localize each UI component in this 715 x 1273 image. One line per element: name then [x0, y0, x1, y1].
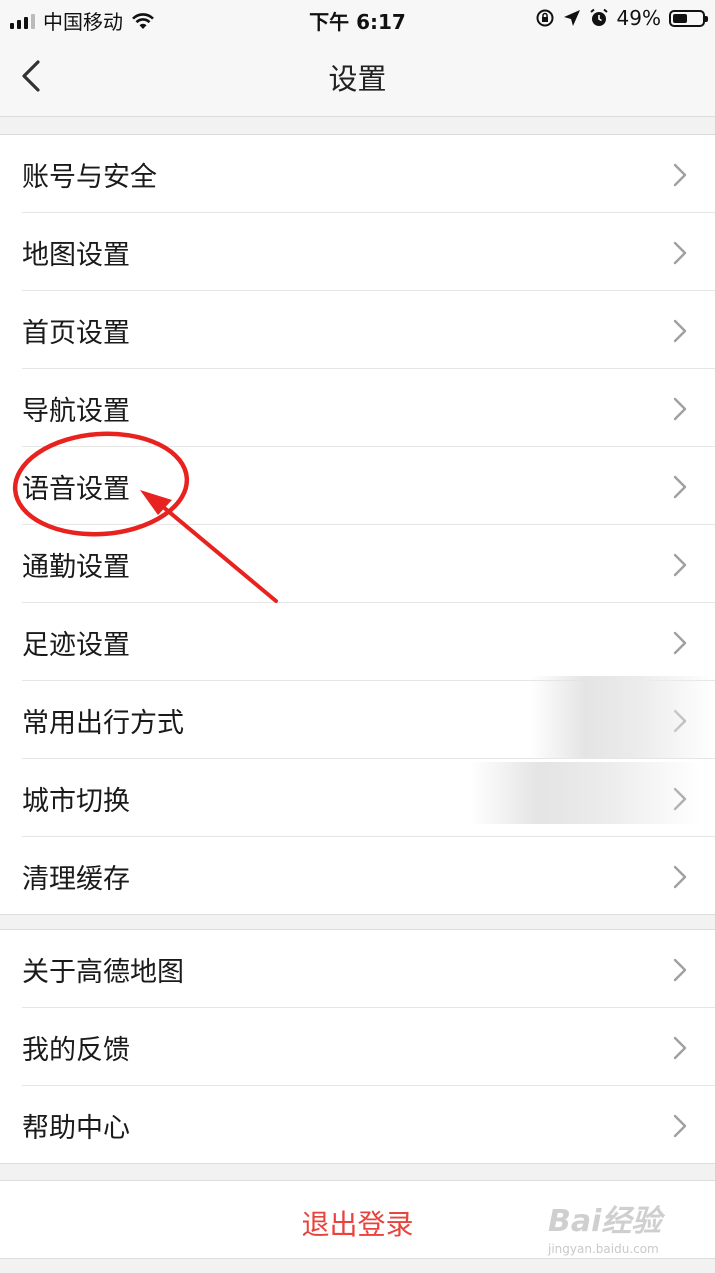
chevron-right-icon [673, 958, 687, 982]
chevron-right-icon [673, 163, 687, 187]
alarm-icon [589, 8, 608, 26]
row-label: 地图设置 [22, 240, 130, 271]
row-label: 城市切换 [22, 786, 130, 817]
row-label: 帮助中心 [22, 1113, 130, 1144]
row-label: 语音设置 [22, 474, 130, 505]
location-arrow-icon [563, 10, 580, 26]
rotation-lock-icon [536, 9, 554, 27]
chevron-right-icon [673, 1114, 687, 1138]
row-label: 足迹设置 [22, 630, 130, 661]
chevron-right-icon [673, 319, 687, 343]
chevron-right-icon [673, 553, 687, 577]
row-label: 我的反馈 [22, 1035, 130, 1066]
row-label: 清理缓存 [22, 864, 130, 895]
group2-row-2[interactable]: 帮助中心 [22, 1086, 715, 1163]
chevron-right-icon [673, 1036, 687, 1060]
settings-group-about: 关于高德地图 我的反馈帮助中心 [0, 929, 715, 1164]
group1-row-3[interactable]: 导航设置 [22, 369, 715, 447]
chevron-right-icon [673, 241, 687, 265]
row-label: 导航设置 [22, 396, 130, 427]
watermark-brand: Bai经验 [548, 1204, 662, 1239]
watermark: Bai经验 jingyan.baidu.com [548, 1196, 661, 1256]
chevron-right-icon [673, 631, 687, 655]
chevron-right-icon [673, 397, 687, 421]
chevron-right-icon [673, 865, 687, 889]
battery-percent: 49% [616, 6, 661, 30]
group1-row-2[interactable]: 首页设置 [22, 291, 715, 369]
row-label: 关于高德地图 [22, 957, 184, 988]
redacted-value [530, 676, 715, 758]
group1-row-5[interactable]: 通勤设置 [22, 525, 715, 603]
group1-row-4[interactable]: 语音设置 [22, 447, 715, 525]
status-bar: 中国移动 下午 6:17 49% [0, 0, 715, 36]
row-label: 账号与安全 [22, 162, 157, 193]
row-label: 通勤设置 [22, 552, 130, 583]
group2-row-1[interactable]: 我的反馈 [22, 1008, 715, 1086]
group1-row-9[interactable]: 清理缓存 [22, 837, 715, 914]
chevron-right-icon [673, 475, 687, 499]
redacted-value [470, 762, 700, 824]
group1-row-6[interactable]: 足迹设置 [22, 603, 715, 681]
group2-row-0[interactable]: 关于高德地图 [22, 930, 715, 1008]
logout-label: 退出登录 [301, 1208, 414, 1241]
row-label: 常用出行方式 [22, 708, 184, 739]
row-label: 首页设置 [22, 318, 130, 349]
group1-row-1[interactable]: 地图设置 [22, 213, 715, 291]
group1-row-0[interactable]: 账号与安全 [22, 135, 715, 213]
nav-bar: 设置 [0, 36, 715, 117]
page-title: 设置 [328, 62, 387, 96]
battery-icon [669, 9, 708, 27]
watermark-url: jingyan.baidu.com [548, 1242, 659, 1256]
